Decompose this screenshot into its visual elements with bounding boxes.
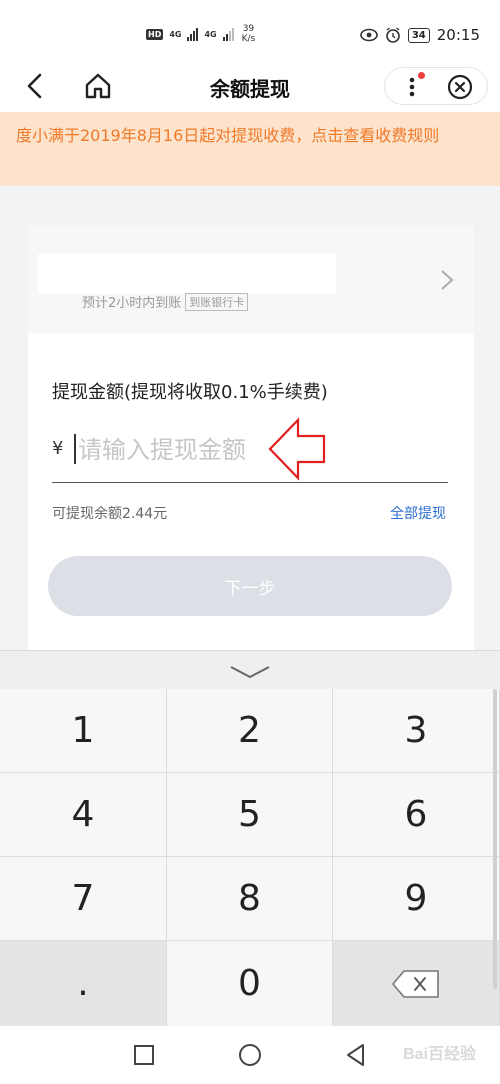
withdraw-all-link[interactable]: 全部提现 [390, 503, 446, 523]
network-type-2: 4G [204, 29, 217, 39]
amount-input[interactable] [78, 430, 278, 470]
eye-icon [360, 28, 378, 42]
system-nav-bar: Bai百经验 [0, 1026, 500, 1084]
fee-notice-text: 度小满于2019年8月16日起对提现收费，点击查看收费规则 [16, 126, 440, 145]
next-step-button[interactable]: 下一步 [48, 556, 452, 616]
amount-label: 提现金额(提现将收取0.1%手续费) [52, 382, 328, 403]
signal-1-icon [187, 27, 199, 41]
bank-eta-text: 预计2小时内到账 [82, 296, 182, 311]
back-triangle-icon[interactable] [343, 1042, 369, 1068]
alarm-icon [386, 27, 400, 43]
withdraw-card: 预计2小时内到账 到账银行卡 提现金额(提现将收取0.1%手续费) ¥ 可提现余… [28, 226, 474, 650]
text-cursor [74, 434, 76, 464]
bank-eta: 预计2小时内到账 到账银行卡 [82, 292, 249, 311]
notification-dot [418, 72, 425, 79]
numeric-keyboard: 1 2 3 4 5 6 7 8 9 . 0 [0, 650, 500, 1027]
network-type-1: 4G [169, 29, 182, 39]
recents-icon[interactable] [131, 1042, 157, 1068]
available-balance: 可提现余额2.44元 [52, 506, 168, 522]
nav-bar: 余额提现 [0, 60, 500, 112]
key-4[interactable]: 4 [0, 773, 167, 857]
bank-tag: 到账银行卡 [185, 292, 249, 311]
key-dot[interactable]: . [0, 941, 167, 1027]
backspace-icon [392, 969, 439, 998]
speed-value: 39 [242, 24, 255, 34]
network-speed: 39 K/s [242, 24, 256, 44]
key-9[interactable]: 9 [333, 857, 500, 941]
key-backspace[interactable] [333, 941, 500, 1027]
key-8[interactable]: 8 [167, 857, 333, 941]
bank-name-redacted [38, 254, 336, 294]
key-6[interactable]: 6 [333, 773, 500, 857]
key-3[interactable]: 3 [333, 689, 500, 773]
bank-card-selector[interactable]: 预计2小时内到账 到账银行卡 [28, 226, 474, 334]
fee-notice-banner[interactable]: 度小满于2019年8月16日起对提现收费，点击查看收费规则 [0, 112, 500, 186]
mini-program-capsule [384, 67, 488, 105]
annotation-arrow-icon [268, 417, 326, 481]
watermark: Bai百经验 [403, 1046, 476, 1063]
input-underline [52, 482, 448, 483]
keyboard-collapse-icon[interactable] [226, 659, 274, 685]
close-icon[interactable] [447, 74, 473, 100]
currency-symbol: ¥ [52, 438, 64, 459]
chevron-right-icon [441, 270, 454, 290]
signal-2-icon [222, 27, 234, 41]
battery-icon: 34 [407, 27, 430, 43]
hd-icon: HD [146, 28, 164, 40]
status-left: HD 4G 4G 39 K/s [146, 24, 255, 44]
home-circle-icon[interactable] [237, 1042, 263, 1068]
status-bar: HD 4G 4G 39 K/s 34 20:15 [0, 0, 500, 60]
key-5[interactable]: 5 [167, 773, 333, 857]
status-right: 34 20:15 [360, 26, 480, 44]
scrollbar[interactable] [493, 689, 497, 989]
clock: 20:15 [436, 26, 480, 44]
speed-unit: K/s [241, 34, 256, 44]
key-7[interactable]: 7 [0, 857, 167, 941]
key-1[interactable]: 1 [0, 689, 167, 773]
key-2[interactable]: 2 [167, 689, 333, 773]
key-0[interactable]: 0 [167, 941, 333, 1027]
